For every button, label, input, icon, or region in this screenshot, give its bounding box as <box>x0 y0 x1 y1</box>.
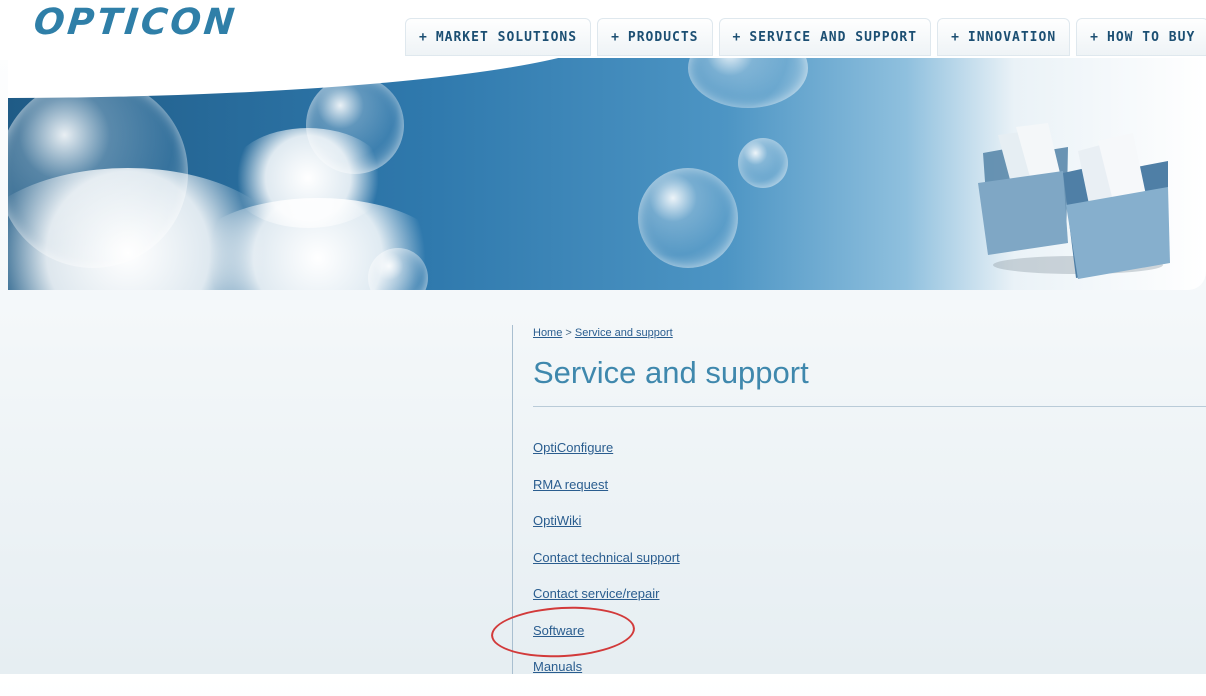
nav-label: MARKET SOLUTIONS <box>435 29 578 45</box>
nav-label: HOW TO BUY <box>1107 29 1196 45</box>
nav-tab-market-solutions[interactable]: + MARKET SOLUTIONS <box>405 18 592 56</box>
nav-tab-how-to-buy[interactable]: + HOW TO BUY <box>1076 18 1206 56</box>
nav-label: INNOVATION <box>967 29 1057 45</box>
plus-icon: + <box>1090 29 1099 45</box>
bubble-image <box>638 168 738 268</box>
plus-icon: + <box>611 29 620 45</box>
hero-banner <box>8 58 1206 290</box>
link-rma-request[interactable]: RMA request <box>533 477 680 514</box>
plus-icon: + <box>951 29 960 45</box>
link-contact-technical-support[interactable]: Contact technical support <box>533 550 680 587</box>
nav-tab-products[interactable]: + PRODUCTS <box>597 18 713 56</box>
nav-tab-service-and-support[interactable]: + SERVICE AND SUPPORT <box>718 18 932 56</box>
link-manuals[interactable]: Manuals <box>533 659 680 696</box>
bubble-image <box>688 58 808 108</box>
breadcrumb-current-link[interactable]: Service and support <box>575 327 673 339</box>
page-title: Service and support <box>533 355 809 390</box>
breadcrumb-separator: > <box>565 327 572 339</box>
link-opticonfigure[interactable]: OptiConfigure <box>533 440 680 477</box>
link-optiwiki[interactable]: OptiWiki <box>533 513 680 550</box>
bubble-image <box>738 138 788 188</box>
breadcrumb-home-link[interactable]: Home <box>533 327 562 339</box>
title-divider <box>533 406 1206 407</box>
site-header: OPTICON + MARKET SOLUTIONS + PRODUCTS + … <box>0 0 1206 60</box>
nav-tab-innovation[interactable]: + INNOVATION <box>937 18 1071 56</box>
nav-label: PRODUCTS <box>627 29 699 45</box>
folders-icon <box>978 123 1170 279</box>
opticon-logo[interactable]: OPTICON <box>32 2 239 43</box>
plus-icon: + <box>732 29 742 45</box>
bubble-image <box>306 76 404 174</box>
breadcrumb: Home > Service and support <box>533 327 673 339</box>
nav-label: SERVICE AND SUPPORT <box>749 29 918 45</box>
main-nav: + MARKET SOLUTIONS + PRODUCTS + SERVICE … <box>405 18 1206 56</box>
plus-icon: + <box>419 29 428 45</box>
